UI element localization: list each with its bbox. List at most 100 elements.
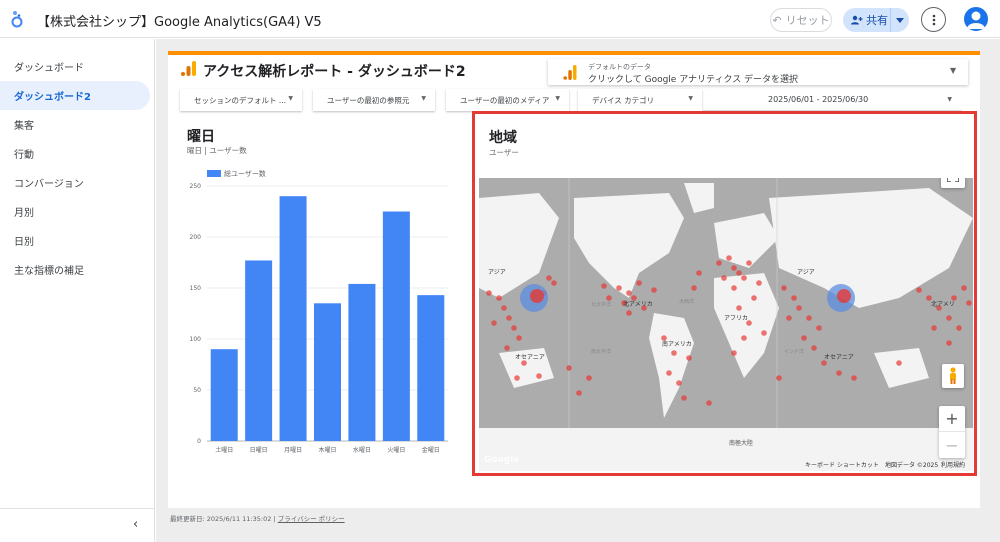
share-main-button[interactable]: 共有 — [843, 8, 891, 32]
nav-item-daily[interactable]: 日別 — [0, 226, 150, 255]
last-updated: 最終更新日: 2025/6/11 11:35:02 — [170, 515, 272, 523]
map-marker — [546, 275, 552, 281]
legend-label[interactable]: 総ユーザー数 — [224, 169, 266, 179]
map-label-indian-ocean: インド洋 — [784, 349, 805, 355]
nav-item-monthly[interactable]: 月別 — [0, 197, 150, 226]
nav-item-behavior[interactable]: 行動 — [0, 139, 150, 168]
nav-item-dashboard2[interactable]: ダッシュボード2 — [0, 81, 150, 110]
map-marker — [586, 375, 592, 381]
bar[interactable] — [279, 196, 307, 441]
map-marker — [676, 380, 682, 386]
map-marker — [536, 373, 542, 379]
bar[interactable] — [382, 211, 410, 442]
map-marker — [801, 335, 807, 341]
map-marker — [506, 315, 512, 321]
landmass — [479, 193, 559, 298]
map-label-africa: アフリカ — [724, 315, 749, 322]
nav-item-conversion[interactable]: コンバージョン — [0, 168, 150, 197]
filter-first-user-medium[interactable]: ユーザーの最初のメディア ▼ — [446, 89, 569, 111]
caret-down-icon — [896, 17, 904, 23]
zoom-out-button[interactable]: − — [939, 432, 965, 458]
more-vert-icon — [932, 14, 935, 25]
map-marker — [946, 315, 952, 321]
filter-device-category[interactable]: デバイス カテゴリ ▼ — [578, 89, 702, 111]
map-marker — [756, 280, 762, 286]
sidebar-collapse-bar: ‹ — [0, 508, 155, 542]
map-marker — [731, 265, 737, 271]
map-marker — [946, 340, 952, 346]
map-marker — [514, 375, 520, 381]
account-avatar[interactable] — [964, 7, 988, 31]
map-marker — [521, 360, 527, 366]
map-label-north-america: 北アメリ — [931, 301, 955, 308]
filter-label: ユーザーの最初のメディア — [460, 95, 550, 105]
y-tick-label: 100 — [190, 336, 202, 343]
data-source-label: デフォルトのデータ — [588, 63, 651, 71]
map-marker — [651, 287, 657, 293]
map-data-attribution: 地図データ ©2025 — [885, 462, 939, 469]
map-marker — [511, 325, 517, 331]
map-subtitle: ユーザー — [489, 148, 519, 157]
filter-first-user-source[interactable]: ユーザーの最初の参照元 ▼ — [313, 89, 435, 111]
map-marker — [741, 335, 747, 341]
keyboard-shortcuts-link[interactable]: キーボード ショートカット — [805, 460, 879, 469]
map-marker — [606, 295, 612, 301]
street-view-pegman-button[interactable] — [942, 364, 964, 388]
map-marker — [666, 370, 672, 376]
map-marker — [966, 300, 972, 306]
looker-studio-logo-icon[interactable] — [10, 10, 24, 28]
reset-label: リセット — [785, 14, 830, 27]
nav-item-acquisition[interactable]: 集客 — [0, 110, 150, 139]
world-map[interactable]: + − Google キーボード ショートカット 地図データ ©2025 利用規… — [479, 178, 973, 471]
map-label-south-pacific: 南太平洋 — [591, 349, 612, 355]
reset-button[interactable]: ↶ リセット — [770, 8, 832, 32]
caret-down-icon: ▼ — [947, 96, 952, 103]
caret-down-icon: ▼ — [950, 66, 957, 75]
date-range-control[interactable]: 2025/06/01 - 2025/06/30 ▼ — [703, 89, 962, 111]
bar[interactable] — [314, 303, 341, 441]
filter-session-default-channel[interactable]: セッションのデフォルト ... ▼ — [180, 89, 302, 111]
x-tick-label: 日曜日 — [250, 447, 268, 454]
terms-link[interactable]: 利用規約 — [941, 460, 965, 469]
nav-item-dashboard[interactable]: ダッシュボード — [0, 52, 150, 81]
bar[interactable] — [210, 349, 238, 441]
nav-item-metrics-notes[interactable]: 主な指標の補足 — [0, 255, 150, 284]
x-tick-label: 土曜日 — [215, 446, 233, 454]
share-button[interactable]: 共有 — [843, 8, 909, 32]
x-tick-label: 火曜日 — [387, 447, 405, 454]
map-marker — [816, 325, 822, 331]
map-marker — [736, 305, 742, 311]
bar[interactable] — [417, 295, 445, 441]
landmass — [714, 273, 779, 378]
caret-down-icon: ▼ — [288, 95, 293, 102]
map-marker — [837, 289, 851, 303]
map-marker — [956, 325, 962, 331]
world-map-canvas[interactable] — [479, 178, 973, 471]
report-footer: 最終更新日: 2025/6/11 11:35:02 | プライバシー ポリシー — [170, 513, 345, 523]
fullscreen-icon — [947, 178, 959, 182]
map-marker — [566, 365, 572, 371]
map-marker — [706, 400, 712, 406]
map-marker — [491, 320, 497, 326]
map-marker — [696, 270, 702, 276]
data-source-value: クリックして Google アナリティクス データを選択 — [588, 75, 799, 85]
filter-label: セッションのデフォルト ... — [194, 95, 287, 105]
map-label-asia: アジア — [797, 269, 815, 276]
weekday-bar-chart[interactable]: 0 50 100 150 200 250 土曜日 日曜日 月曜日 木曜日 水曜日 火曜日 金曜日 — [180, 180, 455, 460]
map-marker — [726, 255, 732, 261]
fullscreen-button[interactable] — [941, 178, 965, 188]
caret-down-icon: ▼ — [555, 95, 560, 102]
more-options-button[interactable] — [921, 7, 946, 32]
share-label: 共有 — [866, 14, 888, 27]
map-marker — [486, 290, 492, 296]
share-dropdown-button[interactable] — [891, 17, 909, 23]
report-name[interactable]: 【株式会社シップ】Google Analytics(GA4) V5 — [37, 11, 322, 30]
privacy-policy-link[interactable]: プライバシー ポリシー — [278, 515, 345, 523]
map-label-oceania: オセアニア — [515, 354, 545, 361]
data-source-control[interactable]: デフォルトのデータ クリックして Google アナリティクス データを選択 ▼ — [548, 59, 968, 85]
bar[interactable] — [245, 260, 273, 441]
collapse-sidebar-icon[interactable]: ‹ — [133, 517, 138, 532]
bar[interactable] — [348, 283, 376, 441]
zoom-in-button[interactable]: + — [939, 406, 965, 432]
landmass — [649, 313, 694, 418]
